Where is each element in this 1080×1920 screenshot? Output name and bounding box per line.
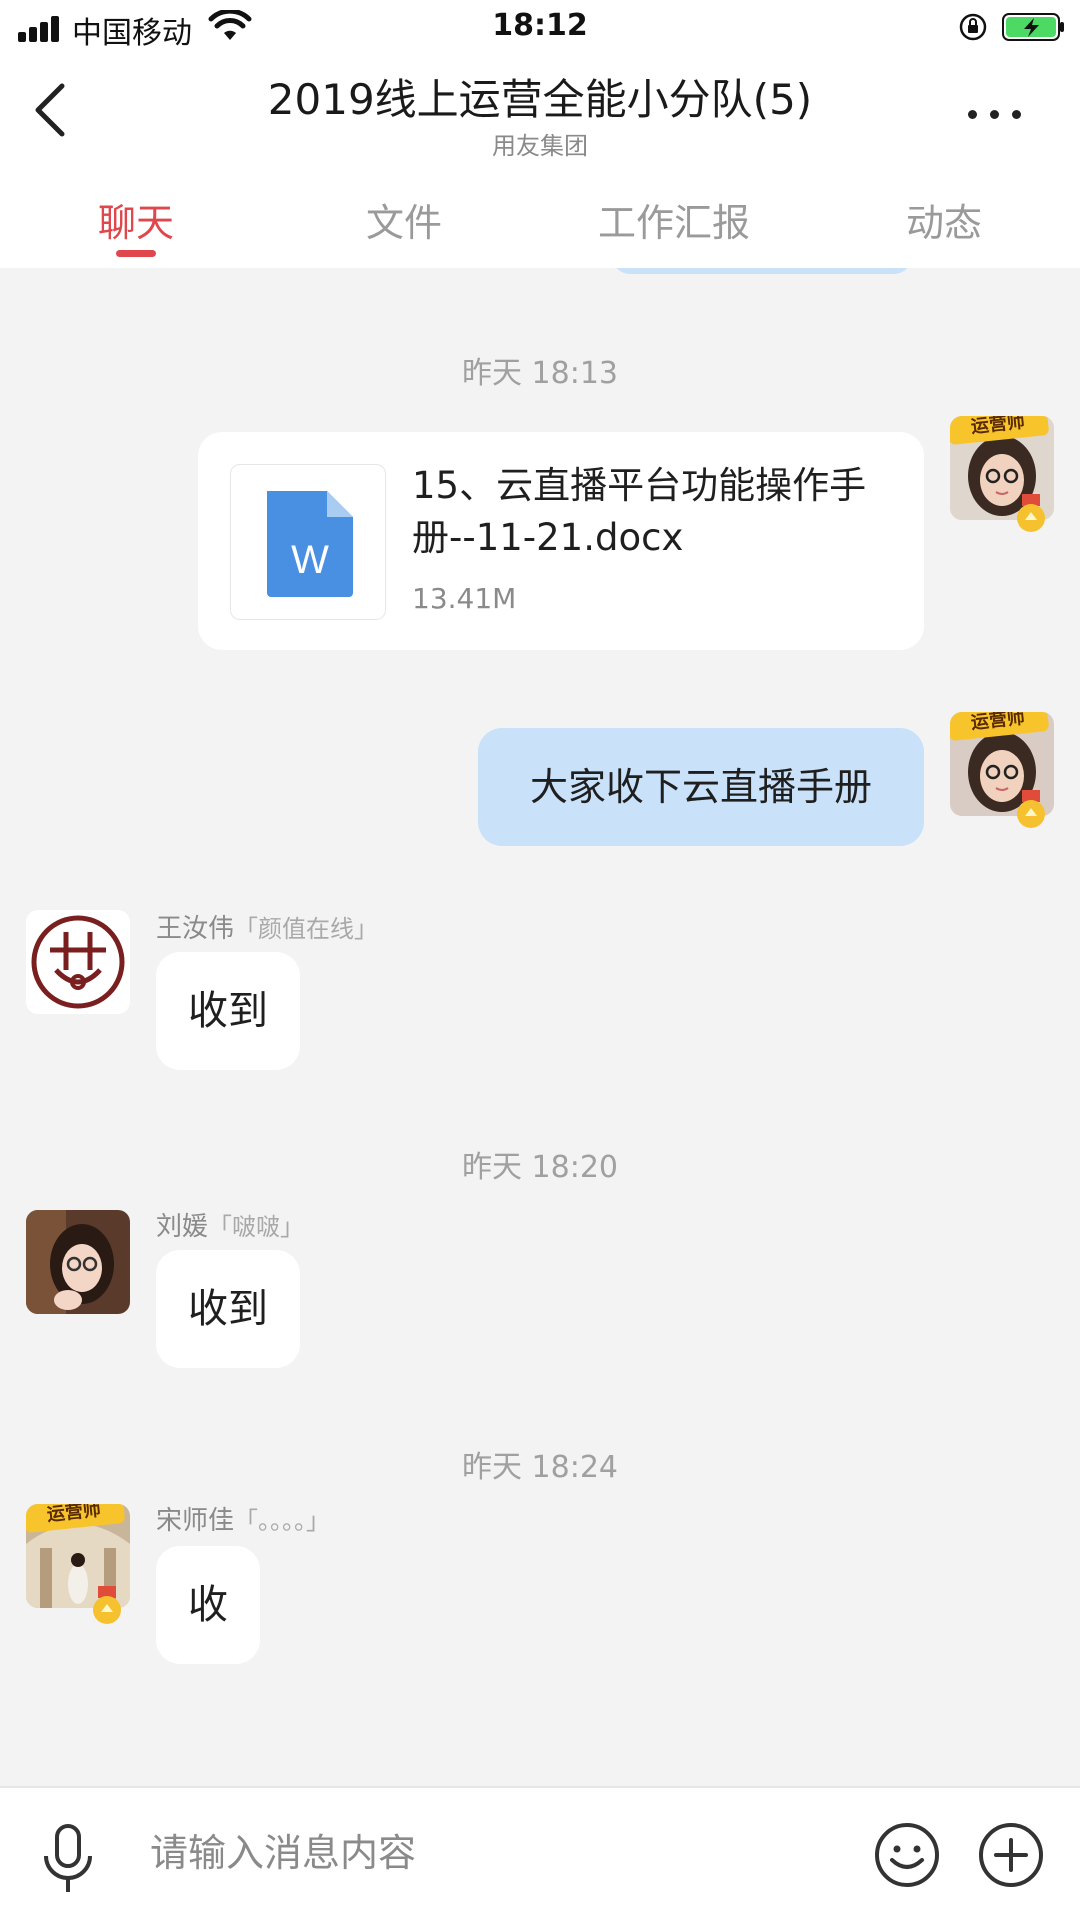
outgoing-message-bubble[interactable]: 大家收下云直播手册: [478, 728, 924, 846]
page-subtitle: 用友集团: [492, 132, 588, 160]
medal-icon: [1017, 790, 1045, 828]
medal-icon: [93, 1586, 121, 1624]
chat-message-list[interactable]: 昨天 18:13 W 15、云直播平台功能操作手册--11-21.docx 13…: [0, 268, 1080, 1788]
sender-nickname: 「啵啵」: [208, 1213, 305, 1241]
page-title: 2019线上运营全能小分队(5): [267, 75, 813, 124]
back-button[interactable]: [22, 78, 76, 138]
orientation-lock-icon: [959, 13, 987, 41]
file-message-card[interactable]: W 15、云直播平台功能操作手册--11-21.docx 13.41M: [198, 432, 924, 650]
plus-icon[interactable]: [978, 1822, 1044, 1888]
sender-name-text: 宋师佳: [156, 1506, 235, 1536]
user-photo-icon: [26, 1210, 130, 1314]
status-bar: 中国移动 18:12: [0, 0, 1080, 54]
more-icon: [968, 110, 977, 119]
sender-nickname: 「。。。。」: [234, 1507, 331, 1535]
seal-logo-icon: [31, 915, 125, 1009]
file-size: 13.41M: [412, 582, 517, 615]
sender-name: 王汝伟「颜值在线」: [156, 908, 378, 945]
status-time: 18:12: [492, 8, 588, 43]
tab-files[interactable]: 文件: [294, 192, 514, 247]
battery-charging-icon: [1002, 13, 1064, 41]
sender-avatar-liu[interactable]: [26, 1210, 130, 1314]
active-tab-indicator: [116, 250, 156, 257]
incoming-message-bubble[interactable]: 收: [156, 1546, 260, 1664]
message-input-bar: [0, 1786, 1080, 1920]
message-input[interactable]: [150, 1818, 850, 1888]
file-thumbnail: W: [230, 464, 386, 620]
nav-bar: 2019线上运营全能小分队(5) 用友集团: [0, 54, 1080, 164]
more-options-button[interactable]: [960, 94, 1030, 134]
incoming-message-bubble[interactable]: 收到: [156, 952, 300, 1070]
time-divider: 昨天 18:13: [462, 356, 618, 391]
incoming-message-bubble[interactable]: 收到: [156, 1250, 300, 1368]
sender-name-text: 王汝伟: [156, 914, 235, 944]
sender-name: 宋师佳「。。。。」: [156, 1500, 330, 1537]
file-name: 15、云直播平台功能操作手册--11-21.docx: [412, 464, 867, 559]
previous-message-bubble: [612, 268, 912, 274]
sender-nickname: 「颜值在线」: [234, 915, 379, 943]
word-icon-letter: W: [291, 538, 329, 582]
microphone-icon[interactable]: [40, 1822, 96, 1896]
sender-avatar-wang[interactable]: [26, 910, 130, 1014]
word-doc-icon: W: [267, 491, 353, 597]
tab-work-report[interactable]: 工作汇报: [564, 192, 784, 247]
tab-moments[interactable]: 动态: [834, 192, 1054, 247]
emoji-icon[interactable]: [874, 1822, 940, 1888]
tab-bar: 聊天 文件 工作汇报 动态: [0, 164, 1080, 268]
sender-name-text: 刘媛: [156, 1212, 209, 1242]
medal-icon: [1017, 494, 1045, 532]
tab-chat[interactable]: 聊天: [26, 192, 246, 247]
sender-name: 刘媛「啵啵」: [156, 1206, 304, 1243]
time-divider: 昨天 18:24: [462, 1450, 618, 1485]
time-divider: 昨天 18:20: [462, 1150, 618, 1185]
